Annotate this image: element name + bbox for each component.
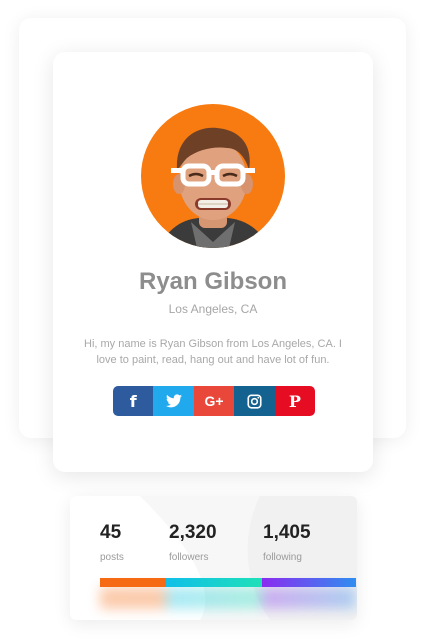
instagram-icon xyxy=(247,393,262,409)
stats-bar-posts xyxy=(100,578,166,587)
profile-name: Ryan Gibson xyxy=(138,268,288,295)
stats-bar-followers xyxy=(166,578,262,587)
pinterest-icon: P xyxy=(288,391,301,411)
profile-location: Los Angeles, CA xyxy=(168,302,258,316)
stat-followers[interactable]: 2,320 followers xyxy=(169,522,217,563)
facebook-icon: f xyxy=(129,391,137,411)
google-plus-button[interactable]: G+ xyxy=(193,386,235,416)
stat-label: following xyxy=(263,552,302,563)
stat-value: 2,320 xyxy=(169,522,217,543)
profile-bio: Hi, my name is Ryan Gibson from Los Ange… xyxy=(84,338,342,366)
instagram-button[interactable] xyxy=(234,386,275,416)
stats-bar-glow xyxy=(100,587,356,609)
pinterest-button[interactable]: P xyxy=(274,386,315,416)
stats-card: 45 posts 2,320 followers 1,405 following xyxy=(70,496,357,620)
stat-label: followers xyxy=(169,552,209,563)
stat-following[interactable]: 1,405 following xyxy=(263,522,311,563)
stats-bar-following xyxy=(262,578,356,587)
facebook-button[interactable]: f xyxy=(113,386,154,416)
stat-value: 45 xyxy=(100,522,122,543)
twitter-icon xyxy=(165,394,182,408)
twitter-button[interactable] xyxy=(153,386,194,416)
stat-value: 1,405 xyxy=(263,522,311,543)
stat-posts[interactable]: 45 posts xyxy=(100,522,124,563)
social-buttons: f G+ P xyxy=(113,386,315,416)
google-plus-icon: G+ xyxy=(204,393,224,409)
profile-card: Ryan Gibson Los Angeles, CA Hi, my name … xyxy=(53,52,373,472)
stat-label: posts xyxy=(100,552,124,563)
stats-bar xyxy=(100,578,356,587)
avatar-image xyxy=(141,104,285,248)
avatar[interactable] xyxy=(141,104,285,248)
